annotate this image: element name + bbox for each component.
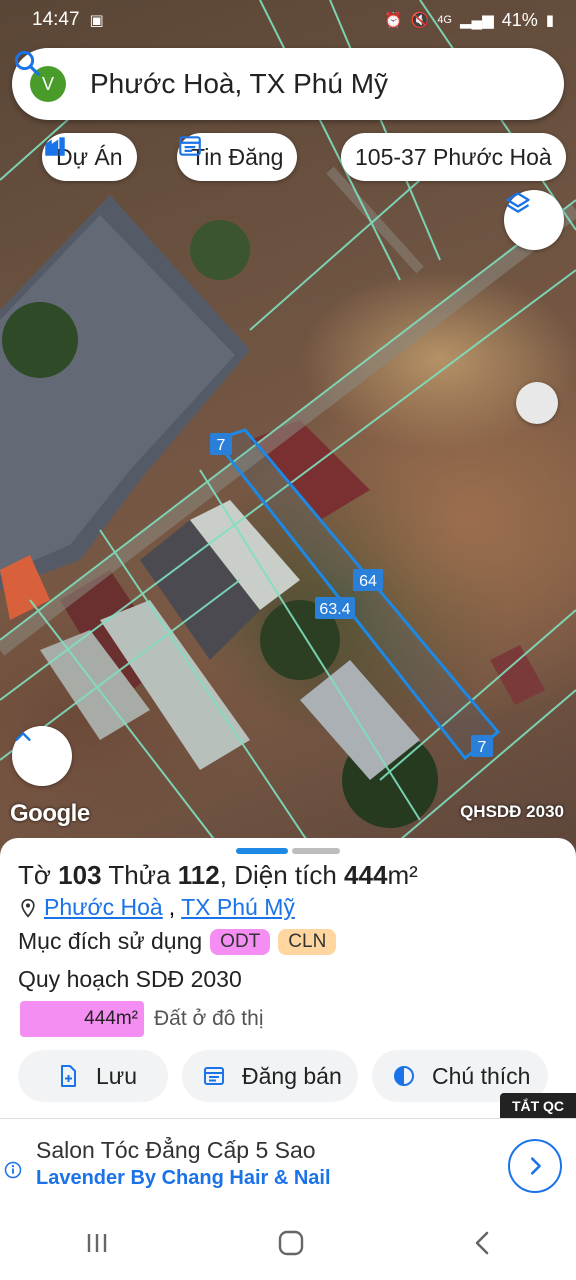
ad-title[interactable]: Salon Tóc Đẳng Cấp 5 Sao xyxy=(36,1137,316,1164)
post-sale-label: Đăng bán xyxy=(242,1062,342,1089)
parcel-info-sheet: Tờ 103 Thửa 112, Diện tích 444m² Phước H… xyxy=(0,838,576,1118)
ward-link[interactable]: Phước Hoà xyxy=(44,894,163,921)
close-ad-button[interactable]: TẮT QC xyxy=(500,1093,576,1119)
area-unit: m² xyxy=(387,860,418,890)
ad-subtitle[interactable]: Lavender By Chang Hair & Nail xyxy=(36,1167,331,1190)
badge-odt: ODT xyxy=(210,928,271,955)
system-nav-bar xyxy=(0,1206,576,1280)
save-plus-icon xyxy=(61,1065,76,1087)
back-icon[interactable] xyxy=(471,1229,493,1257)
parcel-title: Tờ 103 Thửa 112, Diện tích 444m² xyxy=(18,860,418,890)
alarm-icon: ⏰ xyxy=(383,12,403,29)
location-row: Phước Hoà, TX Phú Mỹ xyxy=(18,894,295,921)
plan-layer-tag: QHSDĐ 2030 xyxy=(460,802,564,821)
chip-parcel[interactable]: 105-37 Phước Hoà xyxy=(341,133,566,181)
post-sale-button[interactable]: Đăng bán xyxy=(182,1050,358,1102)
parcel-label-bottom: 7 xyxy=(471,735,493,757)
action-row: Lưu Đăng bán Chú thích xyxy=(18,1050,548,1102)
mute-icon: 🔇 xyxy=(410,12,430,29)
house-roof xyxy=(490,645,545,705)
battery-icon: ▮ xyxy=(545,12,554,29)
chevron-up-icon xyxy=(15,732,31,741)
chip-label: Tin Đăng xyxy=(191,143,284,170)
tree xyxy=(2,302,78,378)
legend-label: Chú thích xyxy=(432,1062,531,1089)
search-input[interactable]: Phước Hoà, TX Phú Mỹ xyxy=(90,68,546,100)
purpose-label: Mục đích sử dụng xyxy=(18,928,203,954)
google-logo: Google xyxy=(10,800,90,827)
status-bar: 14:47 ▣ ⏰ 🔇 4G ▂▄▆ 41% ▮ xyxy=(0,0,576,40)
save-label: Lưu xyxy=(96,1062,137,1089)
search-icon[interactable] xyxy=(12,48,42,78)
search-bar[interactable]: V Phước Hoà, TX Phú Mỹ xyxy=(12,48,564,120)
parcel-label-side-long: 64 xyxy=(353,569,383,591)
status-time: 14:47 xyxy=(32,9,80,30)
calendar-list-icon xyxy=(204,1067,224,1085)
map-overlay: 7 64 63.4 7 xyxy=(0,0,576,860)
to-label: Tờ xyxy=(18,860,51,890)
recent-apps-icon[interactable] xyxy=(83,1230,111,1256)
chip-tin-dang[interactable]: Tin Đăng xyxy=(177,133,298,181)
floating-dot-button[interactable] xyxy=(516,382,558,424)
chip-label: 105-37 Phước Hoà xyxy=(355,143,552,170)
svg-text:7: 7 xyxy=(217,437,226,454)
plan-area-row: 444m² Đất ở đô thị xyxy=(20,1001,264,1037)
town-link[interactable]: TX Phú Mỹ xyxy=(181,894,295,921)
plan-title: Quy hoạch SDĐ 2030 xyxy=(18,966,242,992)
layers-button[interactable] xyxy=(504,190,564,250)
svg-text:64: 64 xyxy=(359,573,377,590)
parcel-label-side-short: 63.4 xyxy=(315,597,355,619)
chip-du-an[interactable]: Dự Án xyxy=(42,133,137,181)
purpose-row: Mục đích sử dụng ODT CLN xyxy=(18,928,337,955)
svg-text:63.4: 63.4 xyxy=(319,601,350,618)
area-label: Diện tích xyxy=(234,860,337,890)
satellite-map[interactable]: 7 64 63.4 7 14:47 ▣ ⏰ 🔇 4G ▂▄▆ 41% ▮ V P… xyxy=(0,0,576,860)
network-icon: 4G xyxy=(437,14,452,26)
save-button[interactable]: Lưu xyxy=(18,1050,168,1102)
half-circle-icon xyxy=(394,1066,414,1086)
battery-percent: 41% xyxy=(501,9,538,30)
thua-label: Thửa xyxy=(108,860,171,890)
gallery-icon: ▣ xyxy=(89,12,104,29)
ad-open-button[interactable] xyxy=(508,1139,562,1193)
ad-banner[interactable]: Salon Tóc Đẳng Cấp 5 Sao Lavender By Cha… xyxy=(0,1118,576,1206)
location-pin-icon xyxy=(21,898,35,918)
parcel-label-top: 7 xyxy=(210,433,232,455)
tree xyxy=(190,220,250,280)
info-icon[interactable] xyxy=(4,1161,22,1179)
sheet-drag-handle[interactable] xyxy=(236,848,340,854)
badge-cln: CLN xyxy=(278,928,337,955)
thua-value: 112 xyxy=(177,860,220,890)
area-value: 444 xyxy=(344,860,388,890)
calendar-list-icon xyxy=(179,136,201,156)
plan-area-desc: Đất ở đô thị xyxy=(154,1007,264,1030)
to-value: 103 xyxy=(58,860,102,890)
layers-icon xyxy=(506,192,530,213)
home-icon[interactable] xyxy=(276,1228,306,1258)
plan-area-bar: 444m² xyxy=(20,1001,144,1037)
expand-up-button[interactable] xyxy=(12,726,72,786)
chevron-right-icon xyxy=(530,1157,541,1175)
svg-text:7: 7 xyxy=(478,739,487,756)
signal-icon: ▂▄▆ xyxy=(460,12,494,29)
building-icon xyxy=(45,137,65,156)
